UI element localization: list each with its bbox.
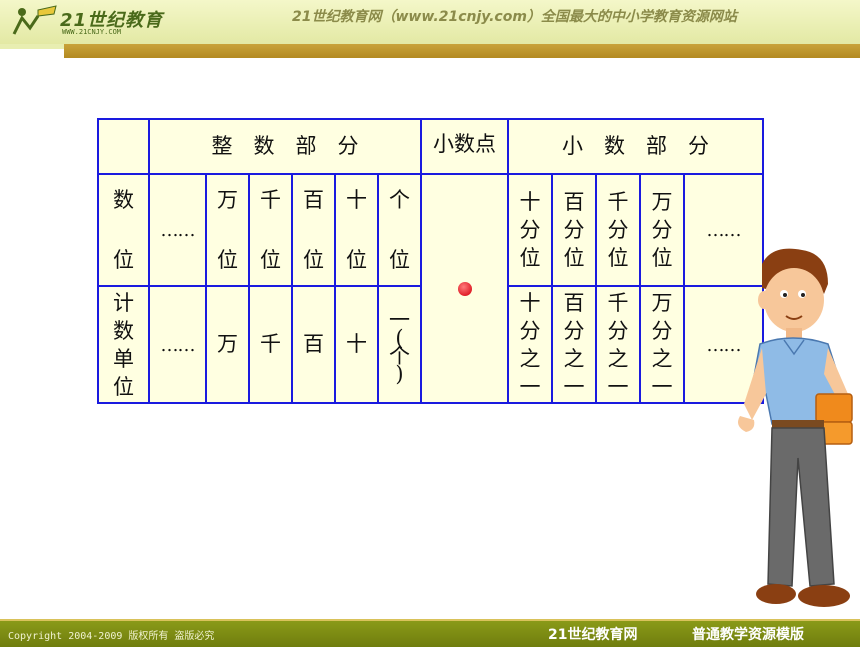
place-value-table: 整 数 部 分 小数点 小 数 部 分 数 位 …… 万位 千位 百位 十位 个…	[97, 118, 764, 404]
place-bai: 百位	[291, 173, 336, 287]
header-bar: 21世纪教育 WWW.21CNJY.COM 21世纪教育网（www.21cnjy…	[0, 0, 860, 44]
header-divider	[64, 44, 860, 58]
unit-wan: 万	[205, 285, 250, 404]
place-ge: 个位	[377, 173, 422, 287]
decimal-point-cell	[420, 173, 509, 404]
unit-thousandth: 千分之一	[595, 285, 641, 404]
place-thousandths: 千分位	[595, 173, 641, 287]
decimal-point-header: 小数点	[420, 118, 509, 175]
ellipsis-cell: ……	[148, 173, 207, 287]
place-shi: 十位	[334, 173, 379, 287]
place-wan: 万位	[205, 173, 250, 287]
header-divider-light	[0, 44, 64, 49]
unit-ge: 一 ( 个 )	[377, 285, 422, 404]
ellipsis-cell: ……	[148, 285, 207, 404]
unit-shi: 十	[334, 285, 379, 404]
place-hundredths: 百分位	[551, 173, 597, 287]
decimal-part-header: 小 数 部 分	[507, 118, 764, 175]
copyright-text: Copyright 2004-2009 版权所有 盗版必究	[8, 631, 215, 642]
integer-part-header: 整 数 部 分	[148, 118, 422, 175]
row-label-unit: 计 数 单 位	[97, 285, 150, 404]
unit-tenth: 十分之一	[507, 285, 553, 404]
place-tenths: 十分位	[507, 173, 553, 287]
logo-subtext: WWW.21CNJY.COM	[62, 28, 122, 36]
unit-bai: 百	[291, 285, 336, 404]
unit-qian: 千	[248, 285, 293, 404]
footer-tagline: 普通教学资源模版	[692, 627, 804, 643]
row-label-place: 数 位	[97, 173, 150, 287]
decimal-point-dot-icon	[457, 281, 472, 296]
teacher-illustration	[738, 248, 853, 607]
place-ten-thousandths: 万分位	[639, 173, 685, 287]
unit-ten-thousandth: 万分之一	[639, 285, 685, 404]
footer-bar: Copyright 2004-2009 版权所有 盗版必究 21世纪教育网 普通…	[0, 619, 860, 647]
unit-hundredth: 百分之一	[551, 285, 597, 404]
place-qian: 千位	[248, 173, 293, 287]
corner-cell	[97, 118, 150, 175]
footer-brand: 21世纪教育网	[548, 627, 638, 643]
site-slogan: 21世纪教育网（www.21cnjy.com）全国最大的中小学教育资源网站	[292, 9, 737, 25]
